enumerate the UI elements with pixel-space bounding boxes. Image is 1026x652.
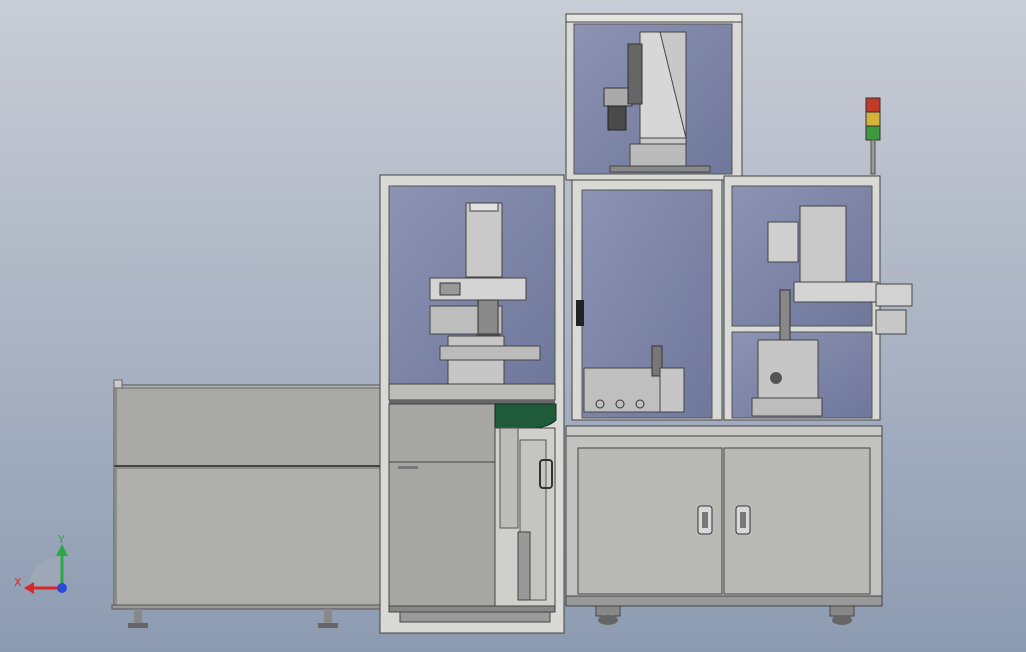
cad-viewport[interactable]: X Y [0, 0, 1026, 652]
cabinet-handle-icon [697, 505, 713, 535]
machine-assembly-drawing: X Y [0, 0, 1026, 652]
center-station [571, 179, 723, 421]
conveyor-belt [494, 403, 557, 607]
triad-z-axis [57, 583, 67, 593]
caster-wheel [595, 605, 621, 625]
triad-x-label: X [14, 576, 22, 589]
vision-tower [565, 13, 743, 181]
left-station [379, 174, 565, 634]
triad-y-label: Y [57, 533, 65, 546]
caster-wheel [829, 605, 855, 625]
base-cabinet [565, 425, 883, 625]
feeder-box [111, 379, 385, 628]
cabinet-handle-icon [735, 505, 751, 535]
